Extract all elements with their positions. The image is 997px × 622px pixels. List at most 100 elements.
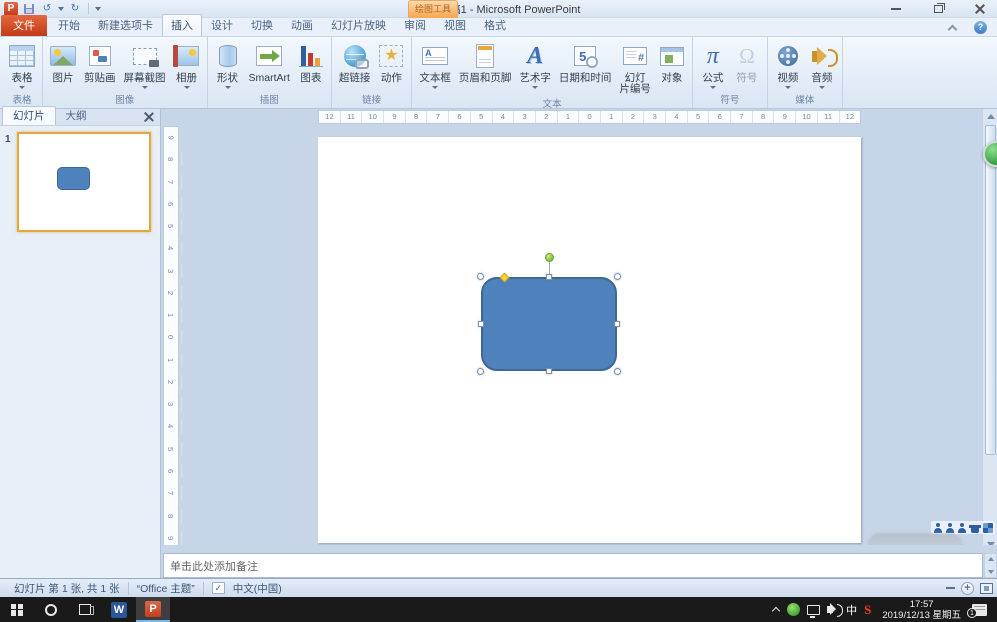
task-view-button[interactable] [68,597,102,622]
word-taskbar-button[interactable]: W [102,597,136,622]
spell-check-icon[interactable]: ✓ [212,582,225,594]
ribbon-button-chart[interactable]: 图表 [294,39,328,91]
resize-handle-top-right[interactable] [614,273,621,280]
tab-file[interactable]: 文件 [1,15,47,36]
collapse-ribbon-icon[interactable] [948,24,956,32]
ribbon-button-picture[interactable]: 图片 [46,39,80,91]
rotation-handle-stem [549,261,550,275]
tab-6[interactable]: 动画 [282,15,322,36]
rotation-handle[interactable] [545,253,554,262]
ribbon-button-date-time[interactable]: 日期和时间 [555,39,616,95]
close-button[interactable] [969,2,991,16]
tray-expand-icon[interactable] [772,606,780,614]
slide-thumbnail[interactable] [17,132,151,232]
tab-9[interactable]: 视图 [435,15,475,36]
notes-input[interactable]: 单击此处添加备注 [163,553,983,578]
person-icon[interactable] [946,523,955,533]
help-icon[interactable]: ? [974,21,987,34]
panel-tab-0[interactable]: 幻灯片 [2,106,56,125]
ruler-mark: 4 [161,420,182,434]
dropdown-arrow-icon[interactable] [432,86,438,89]
dropdown-arrow-icon[interactable] [142,86,148,89]
resize-handle-right[interactable] [614,321,620,327]
vertical-scrollbar[interactable] [982,109,997,552]
ribbon-button-screenshot[interactable]: 屏幕截图 [120,39,170,91]
dropdown-arrow-icon[interactable] [819,86,825,89]
powerpoint-taskbar-button[interactable]: P [136,597,170,622]
panel-close-icon[interactable] [143,111,154,122]
notes-scroll-down-icon[interactable] [988,570,994,574]
dropdown-arrow-icon[interactable] [184,86,190,89]
start-button[interactable] [0,597,34,622]
ribbon-button-clipart[interactable]: 剪贴画 [80,39,120,91]
tab-5[interactable]: 切换 [242,15,282,36]
tab-8[interactable]: 审阅 [395,15,435,36]
adjust-handle[interactable] [500,273,510,283]
rounded-rectangle-shape[interactable] [481,277,617,371]
network-tray-icon[interactable] [807,605,820,615]
tab-4[interactable]: 设计 [202,15,242,36]
cortana-button[interactable] [34,597,68,622]
zoom-in-button[interactable]: + [961,582,974,595]
restore-button[interactable] [927,2,949,16]
notes-splitter[interactable] [161,545,997,553]
volume-tray-icon[interactable] [827,606,833,613]
ribbon-button-video[interactable]: 视频 [771,39,805,91]
ribbon-button-table[interactable]: 表格 [5,39,39,91]
person-icon[interactable] [958,523,967,533]
resize-handle-bottom-left[interactable] [477,368,484,375]
ribbon-button-header-footer[interactable]: 页眉和页脚 [455,39,516,95]
ribbon-button-equation[interactable]: 公式 [696,39,730,91]
notes-scrollbar[interactable] [984,553,997,578]
ribbon-button-shapes[interactable]: 形状 [211,39,245,91]
dropdown-arrow-icon[interactable] [710,86,716,89]
ribbon-button-label: 动作 [381,73,402,84]
tab-1[interactable]: 开始 [49,15,89,36]
minimize-button[interactable] [885,2,907,16]
tab-10[interactable]: 格式 [475,15,515,36]
resize-handle-top[interactable] [546,274,552,280]
customize-qat-icon[interactable] [95,7,101,11]
notes-scroll-up-icon[interactable] [988,557,994,561]
theme-status[interactable]: “Office 主题” [129,581,203,596]
dropdown-arrow-icon[interactable] [532,86,538,89]
ribbon-button-object[interactable]: 对象 [655,39,689,95]
fit-slide-to-window-icon[interactable] [980,583,993,594]
dropdown-arrow-icon[interactable] [785,86,791,89]
clock[interactable]: 17:57 2019/12/13 星期五 [878,599,965,621]
resize-handle-bottom-right[interactable] [614,368,621,375]
zoom-out-icon[interactable] [946,587,955,589]
ribbon-button-audio[interactable]: 音频 [805,39,839,91]
resize-handle-left[interactable] [478,321,484,327]
grid-icon[interactable] [983,523,993,533]
horizontal-ruler[interactable]: 1211109876543210123456789101112 [318,110,861,124]
ribbon-button-textbox[interactable]: 文本框 [415,39,455,95]
ribbon-button-hyperlink[interactable]: 超链接 [335,39,375,91]
ribbon-button-photo-album[interactable]: 相册 [170,39,204,91]
action-center-icon[interactable]: 1 [972,604,987,616]
person-icon[interactable] [934,523,943,533]
ribbon-group-label: 图像 [46,91,204,108]
resize-handle-bottom[interactable] [546,368,552,374]
antivirus-tray-icon[interactable] [787,603,800,616]
tab-3[interactable]: 插入 [162,14,202,36]
vertical-ruler[interactable]: 9876543210123456789 [163,126,179,550]
ribbon-button-slide-number[interactable]: 幻灯 片编号 [615,39,655,95]
shirt-icon[interactable] [970,523,980,533]
ribbon-button-action[interactable]: 动作 [374,39,408,91]
resize-handle-top-left[interactable] [477,273,484,280]
panel-tab-1[interactable]: 大纲 [56,107,97,125]
tab-7[interactable]: 幻灯片放映 [322,15,395,36]
language-status[interactable]: 中文(中国) [225,581,290,596]
undo-dropdown-icon[interactable] [58,7,64,11]
scroll-up-icon[interactable] [987,114,995,119]
ribbon-button-wordart[interactable]: 艺术字 [515,39,555,95]
dropdown-arrow-icon[interactable] [19,86,25,89]
sogou-input-icon[interactable]: S [864,602,871,618]
ribbon-button-smartart[interactable]: SmartArt [245,39,294,91]
slide-canvas[interactable] [318,137,861,543]
tab-2[interactable]: 新建选项卡 [89,15,162,36]
scrollbar-thumb[interactable] [985,125,996,455]
dropdown-arrow-icon[interactable] [225,86,231,89]
ime-indicator[interactable]: 中 [846,602,857,618]
